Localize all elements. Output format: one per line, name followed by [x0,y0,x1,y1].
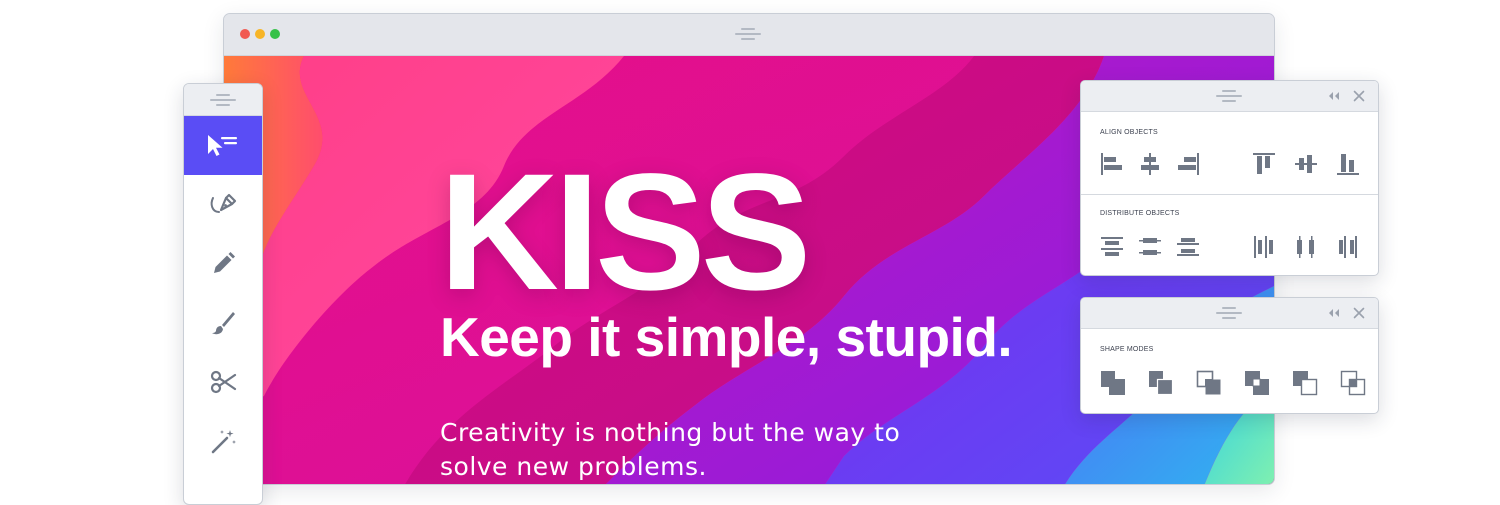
align-bottom-icon [1337,154,1359,175]
magic-wand-tool-button[interactable] [184,411,262,470]
align-right-button[interactable] [1175,151,1201,177]
pencil-icon [214,251,235,273]
minus-front-icon [1149,371,1174,396]
unite-icon [1101,371,1125,395]
unite-button[interactable] [1099,369,1125,395]
drag-handle-icon[interactable] [1216,90,1242,102]
distribute-right-icon [1339,236,1357,258]
selection-tool-button[interactable] [184,116,262,175]
magic-wand-icon [211,429,236,453]
close-window-button[interactable] [240,29,250,39]
align-bottom-button[interactable] [1335,151,1361,177]
minus-front-button[interactable] [1147,369,1174,396]
pen-tool-button[interactable] [184,175,262,234]
brush-tool-button[interactable] [184,293,262,352]
align-top-button[interactable] [1251,151,1277,177]
hero-body-text: Creativity is nothing but the way to sol… [440,418,901,481]
brush-icon [212,311,235,334]
shape-modes-panel-header[interactable] [1081,298,1378,329]
distribute-bottom-button[interactable] [1175,234,1201,260]
distribute-horizontal-center-button[interactable] [1293,234,1319,260]
double-chevron-left-icon [1329,309,1339,317]
pencil-tool-button[interactable] [184,234,262,293]
align-left-button[interactable] [1099,151,1125,177]
scissors-icon [210,370,237,393]
distribute-left-button[interactable] [1251,234,1277,260]
close-panel-button[interactable] [1351,305,1367,321]
divide-icon [1340,370,1366,396]
drag-handle-icon[interactable] [735,28,761,40]
align-right-icon [1178,153,1199,175]
scissors-tool-button[interactable] [184,352,262,411]
shape-modes-panel: SHAPE MODES [1080,297,1379,414]
intersect-button[interactable] [1195,369,1221,395]
drag-handle-icon[interactable] [210,94,236,106]
minus-back-icon [1293,371,1318,396]
align-horizontal-center-button[interactable] [1137,151,1163,177]
align-left-icon [1101,153,1122,175]
tools-panel [183,83,263,505]
hero-subhead: Keep it simple, stupid. [440,306,1013,368]
align-top-icon [1253,153,1275,174]
close-panel-button[interactable] [1351,88,1367,104]
pen-tool-icon [210,193,237,213]
window-titlebar[interactable] [224,14,1274,56]
align-horizontal-center-icon [1141,153,1159,175]
drag-handle-icon[interactable] [1216,307,1242,319]
distribute-left-icon [1254,236,1273,258]
close-icon [1353,307,1365,319]
minus-back-button[interactable] [1291,369,1318,396]
align-panel: ALIGN OBJECTS DISTRIBUTE OBJECTS [1080,80,1379,276]
selection-arrow-icon [208,134,237,156]
double-chevron-left-icon [1329,92,1339,100]
close-icon [1353,90,1365,102]
distribute-vertical-center-icon [1139,238,1161,255]
minimize-window-button[interactable] [255,29,265,39]
divide-button[interactable] [1339,369,1366,396]
distribute-right-button[interactable] [1335,234,1361,260]
exclude-icon [1245,371,1269,395]
collapse-panel-button[interactable] [1326,305,1342,321]
distribute-vertical-center-button[interactable] [1137,234,1163,260]
section-divider [1081,194,1378,195]
hero-headline: KISS [439,140,811,325]
align-vertical-center-button[interactable] [1293,151,1319,177]
distribute-objects-label: DISTRIBUTE OBJECTS [1100,210,1180,217]
intersect-icon [1196,370,1221,395]
distribute-horizontal-center-icon [1297,236,1314,258]
align-vertical-center-icon [1295,155,1317,173]
exclude-button[interactable] [1243,369,1269,395]
distribute-top-icon [1101,237,1123,256]
distribute-bottom-icon [1177,238,1199,256]
collapse-panel-button[interactable] [1326,88,1342,104]
maximize-window-button[interactable] [270,29,280,39]
shape-modes-label: SHAPE MODES [1100,346,1154,353]
align-objects-label: ALIGN OBJECTS [1100,129,1158,136]
distribute-top-button[interactable] [1099,234,1125,260]
tools-panel-header[interactable] [184,84,262,116]
align-panel-header[interactable] [1081,81,1378,112]
